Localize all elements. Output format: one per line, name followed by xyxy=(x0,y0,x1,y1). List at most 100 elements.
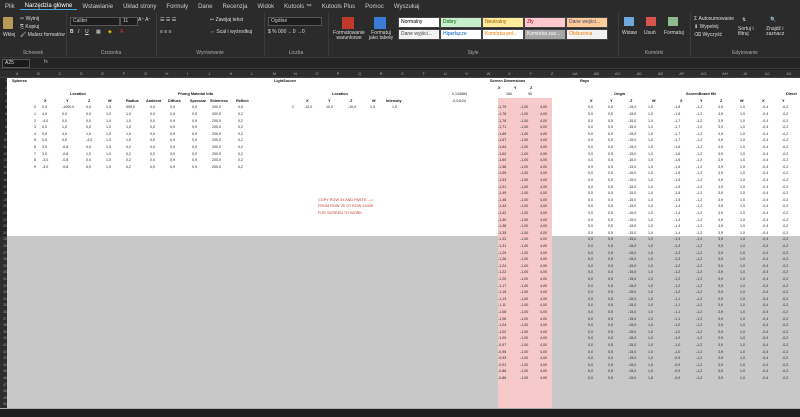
cell[interactable]: 0,0 xyxy=(42,137,47,144)
cell[interactable]: -1,8 xyxy=(674,111,680,118)
cell[interactable]: 0,0 xyxy=(150,137,155,144)
cell[interactable]: -1,04 xyxy=(498,322,506,329)
cell[interactable]: -1,2 xyxy=(696,243,702,250)
cell[interactable]: 0,5 xyxy=(608,164,613,171)
cell[interactable]: -0,2 xyxy=(782,283,788,290)
column-header[interactable]: E xyxy=(101,70,104,77)
table-format-icon[interactable] xyxy=(374,17,386,29)
cell[interactable]: -1,00 xyxy=(520,151,528,158)
column-header[interactable]: I xyxy=(187,70,188,77)
cell[interactable]: 0,5 xyxy=(608,104,613,111)
cell[interactable]: 4,00 xyxy=(540,137,547,144)
cell[interactable]: 0,9 xyxy=(170,137,175,144)
cell[interactable]: 0,0 xyxy=(588,322,593,329)
cell[interactable]: 1,0 xyxy=(740,342,745,349)
cell[interactable]: 0,0 xyxy=(150,131,155,138)
cell[interactable]: 0,9 xyxy=(192,157,197,164)
cell[interactable]: -1,2 xyxy=(696,197,702,204)
cell[interactable]: 0 xyxy=(34,104,36,111)
cell[interactable]: 1,0 xyxy=(648,243,653,250)
column-header[interactable]: R xyxy=(380,70,383,77)
cell[interactable]: 0,9 xyxy=(192,151,197,158)
cell[interactable]: 1,0 xyxy=(740,190,745,197)
cell[interactable]: -1,11 xyxy=(498,302,506,309)
cell[interactable]: -1,2 xyxy=(674,276,680,283)
cell[interactable]: 0,0 xyxy=(588,296,593,303)
column-header[interactable]: AG xyxy=(701,70,707,77)
column-header[interactable]: AA xyxy=(572,70,577,77)
cell[interactable]: -0,8 xyxy=(62,164,68,171)
column-header[interactable]: H xyxy=(166,70,169,77)
cell[interactable]: 1,0 xyxy=(106,104,111,111)
cell[interactable]: 3,9 xyxy=(718,263,723,270)
cell[interactable]: 1,0 xyxy=(740,329,745,336)
cell[interactable]: 1,0 xyxy=(648,177,653,184)
cell[interactable]: 0,5 xyxy=(608,217,613,224)
cell[interactable]: 0,0 xyxy=(588,342,593,349)
cell[interactable]: 0,5 xyxy=(608,256,613,263)
column-label[interactable]: Y xyxy=(514,85,517,92)
cell[interactable]: -1,2 xyxy=(696,177,702,184)
cell[interactable]: 1,0 xyxy=(740,243,745,250)
cell[interactable]: -0,2 xyxy=(782,210,788,217)
cell[interactable]: 3,9 xyxy=(718,151,723,158)
cell[interactable]: 1,0 xyxy=(106,131,111,138)
cell[interactable]: -0,4 xyxy=(762,184,768,191)
row-number[interactable]: 41 xyxy=(0,342,7,349)
cell-style-5[interactable]: Dane wyjści... xyxy=(398,29,440,40)
cell[interactable]: 0,9 xyxy=(192,104,197,111)
cell[interactable]: -1,00 xyxy=(520,131,528,138)
cell[interactable]: 1,0 xyxy=(106,124,111,131)
cell[interactable]: 0,0 xyxy=(150,111,155,118)
cell[interactable]: -1,49 xyxy=(498,190,506,197)
row-number[interactable]: 7 xyxy=(0,117,7,125)
column-header[interactable]: AD xyxy=(636,70,642,77)
cell[interactable]: 0,9 xyxy=(192,118,197,125)
column-header[interactable]: B xyxy=(37,70,40,77)
delete-button[interactable]: Usuń xyxy=(644,30,656,36)
cell[interactable]: -1,00 xyxy=(520,322,528,329)
column-header[interactable]: X xyxy=(508,70,511,77)
cell[interactable]: -1,53 xyxy=(498,177,506,184)
cell[interactable]: 0,0 xyxy=(588,316,593,323)
row-number[interactable]: 19 xyxy=(0,196,7,204)
cell[interactable]: 1,0 xyxy=(648,118,653,125)
cell[interactable]: -0,4 xyxy=(762,283,768,290)
row-number[interactable]: 18 xyxy=(0,190,7,197)
cell[interactable]: -1,78 xyxy=(498,111,506,118)
cell[interactable]: 3,9 xyxy=(718,289,723,296)
cell[interactable]: -1,3 xyxy=(674,250,680,257)
cell[interactable]: 200,0 xyxy=(212,144,221,151)
column-header[interactable]: AH xyxy=(722,70,728,77)
cell[interactable]: -15,0 xyxy=(628,322,636,329)
column-label[interactable]: Z xyxy=(350,98,352,105)
cell[interactable]: 0,0 xyxy=(150,124,155,131)
cell[interactable]: 0,0 xyxy=(588,124,593,131)
cell[interactable]: 3,9 xyxy=(718,269,723,276)
cell[interactable]: -1,69 xyxy=(498,131,506,138)
cell[interactable]: 0,0 xyxy=(588,197,593,204)
cell[interactable]: 3,9 xyxy=(718,256,723,263)
cell[interactable]: -0,4 xyxy=(762,177,768,184)
cell[interactable]: -0,4 xyxy=(762,256,768,263)
tab-2[interactable]: Wstawianie xyxy=(77,4,118,10)
cell[interactable]: -0,2 xyxy=(782,269,788,276)
cell[interactable]: -1,2 xyxy=(674,283,680,290)
cell[interactable]: 4,00 xyxy=(540,269,547,276)
cell[interactable]: 1,0 xyxy=(740,177,745,184)
cell[interactable]: -1,2 xyxy=(696,184,702,191)
column-label[interactable]: Origin xyxy=(614,91,625,98)
cell[interactable]: -0,4 xyxy=(762,203,768,210)
cell[interactable]: -1,00 xyxy=(520,243,528,250)
cut-button[interactable]: ✂ Wytnij xyxy=(20,16,39,22)
cell[interactable]: -15,0 xyxy=(628,197,636,204)
cell[interactable]: -15,0 xyxy=(628,111,636,118)
cell[interactable]: -1,00 xyxy=(520,236,528,243)
cell[interactable]: -1,2 xyxy=(696,131,702,138)
cell[interactable]: 1,0 xyxy=(648,190,653,197)
column-label[interactable]: Y xyxy=(610,98,613,105)
cell[interactable]: 0,2 xyxy=(238,111,243,118)
cell[interactable]: -0,2 xyxy=(782,250,788,257)
cell[interactable]: -0,4 xyxy=(762,329,768,336)
cell[interactable]: 0,0 xyxy=(588,151,593,158)
